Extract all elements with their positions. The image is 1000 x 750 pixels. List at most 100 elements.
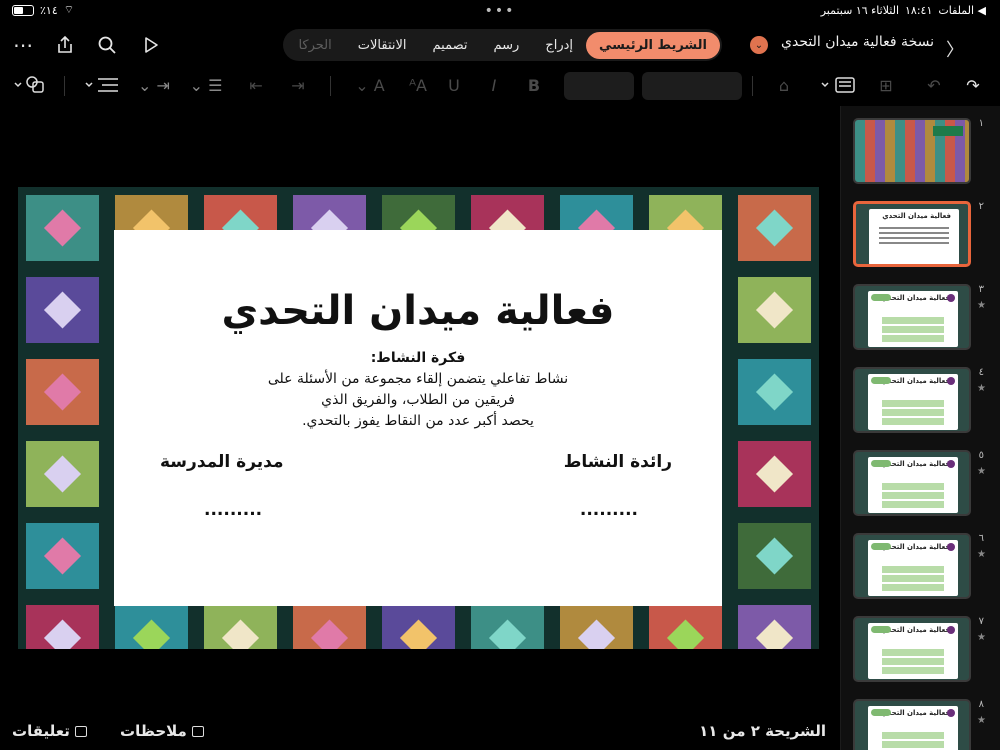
wifi-icon: ⌔ — [63, 3, 75, 16]
activity-leader-label[interactable]: رائدة النشاط — [564, 452, 672, 472]
thumbnail-circle — [947, 626, 955, 634]
slide-thumbnail[interactable]: فعالية ميدان التحدي — [853, 450, 971, 516]
thumbnail-card: فعالية ميدان التحدي — [868, 706, 958, 750]
tab-animations[interactable]: الحركا — [285, 32, 344, 59]
layout-icon[interactable] — [818, 72, 858, 98]
thumbnail-circle — [947, 460, 955, 468]
back-to-files-link[interactable]: ◀ الملفات — [938, 4, 986, 17]
divider — [330, 76, 331, 96]
thumbnail-pill — [871, 626, 891, 633]
thumbnail-circle — [947, 377, 955, 385]
more-icon[interactable]: ⋯ — [10, 32, 36, 58]
slide-thumbnail[interactable]: فعالية ميدان التحدي — [853, 616, 971, 682]
status-date: الثلاثاء ١٦ سبتمبر — [820, 3, 900, 17]
battery-icon — [12, 4, 34, 16]
shapes-icon[interactable] — [10, 72, 50, 98]
font-size-field[interactable] — [564, 72, 634, 100]
new-slide-icon[interactable]: ⊞ — [874, 72, 898, 98]
thumbnail-text-line — [879, 227, 949, 229]
indent-icon[interactable]: ⇤ — [246, 72, 266, 98]
idea-line-1[interactable]: نشاط تفاعلي يتضمن إلقاء مجموعة من الأسئل… — [114, 371, 722, 387]
comments-label: تعليقات — [12, 722, 70, 740]
thumbnail-number: ٥ — [978, 450, 984, 461]
thumbnail-pill — [871, 294, 891, 301]
tab-insert[interactable]: إدراج — [532, 32, 586, 59]
redo-icon[interactable]: ↷ — [962, 72, 984, 98]
idea-line-3[interactable]: يحصد أكبر عدد من النقاط يفوز بالتحدي. — [114, 413, 722, 429]
thumbnail-number: ٤ — [978, 367, 984, 378]
slide-canvas-area: فعالية ميدان التحدي فكرة النشاط: نشاط تف… — [0, 106, 840, 716]
star-icon: ★ — [977, 383, 986, 394]
slide-thumbnail[interactable]: فعالية ميدان التحدي — [853, 533, 971, 599]
document-title[interactable]: نسخة فعالية ميدان التحدي — [781, 34, 934, 50]
thumbnail-pill — [871, 377, 891, 384]
thumbnail-title: فعالية ميدان التحدي — [881, 377, 950, 385]
font-name-field[interactable] — [642, 72, 742, 100]
star-icon: ★ — [977, 300, 986, 311]
slide-thumbnail[interactable]: فعالية ميدان التحدي — [853, 367, 971, 433]
multitask-dots-icon[interactable]: ••• — [485, 3, 516, 19]
thumbnail-bar — [882, 584, 944, 591]
share-icon[interactable] — [52, 32, 78, 58]
slide-thumbnail[interactable] — [853, 118, 971, 184]
outdent-icon[interactable]: ⇥ — [288, 72, 308, 98]
thumbnail-title: فعالية ميدان التحدي — [881, 626, 950, 634]
thumbnail-title: فعالية ميدان التحدي — [881, 460, 950, 468]
tab-draw[interactable]: رسم — [481, 32, 533, 59]
thumbnail-text-line — [879, 232, 949, 234]
tab-transitions[interactable]: الانتقالات — [345, 32, 420, 59]
star-icon: ★ — [977, 632, 986, 643]
title-chevron-down-icon[interactable]: ⌄ — [750, 36, 768, 54]
italic-icon[interactable]: I — [486, 72, 502, 98]
activity-leader-signature-line: ......... — [579, 500, 638, 520]
thumbnail-number: ٨ — [978, 699, 984, 710]
star-icon: ★ — [977, 715, 986, 726]
thumbnail-pill — [871, 709, 891, 716]
status-left: ٪١٤ ⌔ — [12, 3, 74, 17]
bold-icon[interactable]: B — [526, 72, 542, 98]
thumbnail-number: ٧ — [978, 616, 984, 627]
thumbnail-bar — [882, 418, 944, 425]
back-chevron-icon[interactable]: 〉 — [946, 36, 964, 62]
thumbnail-title: فعالية ميدان التحدي — [881, 543, 950, 551]
thumbnail-card: فعالية ميدان التحدي — [868, 374, 958, 430]
font-size-aa-icon[interactable]: ᴬA — [398, 72, 438, 98]
paragraph-align-icon[interactable] — [82, 72, 122, 98]
tab-design[interactable]: تصميم — [420, 32, 481, 59]
slide-thumbnail[interactable]: فعالية ميدان التحدي — [853, 284, 971, 350]
play-icon[interactable] — [138, 32, 164, 58]
thumbnail-bar — [882, 649, 944, 656]
thumbnail-pill — [871, 460, 891, 467]
principal-label[interactable]: مديرة المدرسة — [160, 452, 284, 472]
activity-idea-heading[interactable]: فكرة النشاط: — [114, 350, 722, 366]
slide-thumbnails-panel[interactable]: ١ ٢ فعالية ميدان التحدي ٣ ★ فعالية ميدان التح… — [840, 106, 1000, 750]
slide-thumbnail[interactable]: فعالية ميدان التحدي — [853, 201, 971, 267]
undo-icon[interactable]: ↶ — [924, 72, 944, 98]
tab-home[interactable]: الشريط الرئيسي — [586, 31, 720, 59]
slide-title[interactable]: فعالية ميدان التحدي — [114, 288, 722, 334]
star-icon: ★ — [977, 466, 986, 477]
format-painter-icon[interactable]: ⌂ — [774, 72, 794, 98]
thumbnail-bar — [882, 317, 944, 324]
thumbnail-bar — [882, 741, 944, 748]
text-direction-icon[interactable]: ⌄ ⇥ — [134, 72, 174, 98]
thumbnail-badge — [933, 126, 963, 136]
thumbnail-bar — [882, 335, 944, 342]
thumbnail-title: فعالية ميدان التحدي — [881, 294, 950, 302]
slide-thumbnail[interactable]: فعالية ميدان التحدي — [853, 699, 971, 750]
search-icon[interactable] — [94, 32, 120, 58]
comments-button[interactable]: تعليقات — [12, 722, 87, 740]
idea-line-2[interactable]: فريقين من الطلاب، والفريق الذي — [114, 392, 722, 408]
divider — [752, 76, 753, 96]
thumbnail-bar — [882, 667, 944, 674]
title-tab-row: ⋯ الشريط الرئيسي إدراج رسم تصميم الانتقا… — [0, 26, 1000, 64]
current-slide[interactable]: فعالية ميدان التحدي فكرة النشاط: نشاط تف… — [18, 187, 819, 649]
notes-button[interactable]: ملاحظات — [120, 722, 204, 740]
bullets-icon[interactable]: ⌄ ☰ — [186, 72, 226, 98]
thumbnail-circle — [947, 543, 955, 551]
slide-content-card[interactable]: فعالية ميدان التحدي فكرة النشاط: نشاط تف… — [114, 230, 722, 606]
ribbon-toolbar: ⌄ ⇥ ⌄ ☰ ⇤ ⇥ ⌄ A ᴬA U I B ⌂ ⊞ ↶ ↷ — [0, 66, 1000, 104]
underline-icon[interactable]: U — [446, 72, 462, 98]
thumbnail-number: ٢ — [978, 201, 984, 212]
font-color-icon[interactable]: ⌄ A — [350, 72, 390, 98]
